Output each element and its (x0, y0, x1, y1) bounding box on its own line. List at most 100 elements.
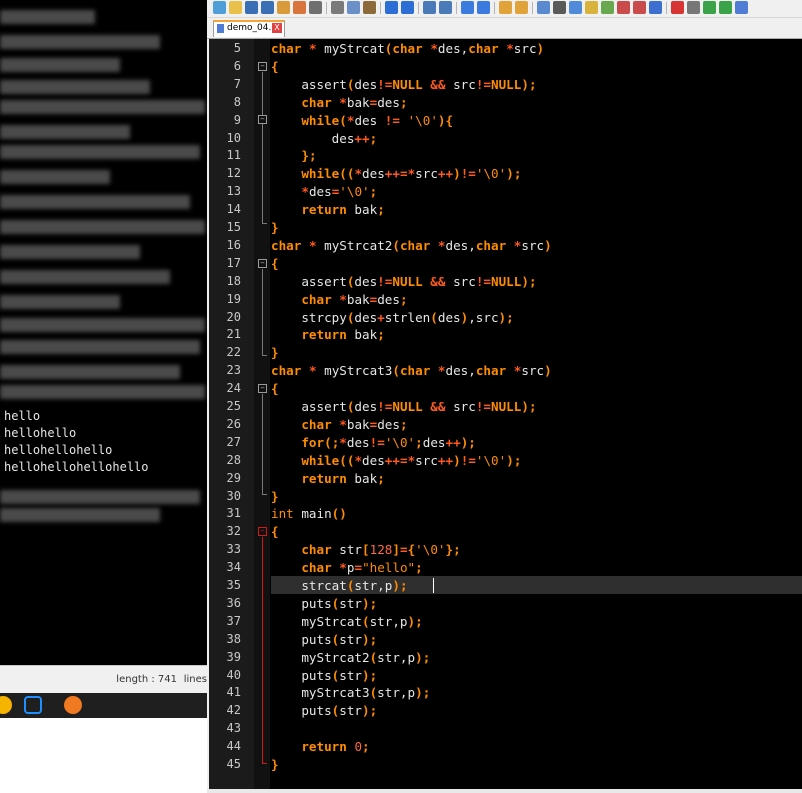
copy-icon[interactable] (347, 1, 360, 14)
save-icon[interactable] (245, 1, 258, 14)
fold-toggle-icon[interactable]: − (258, 115, 267, 124)
code-line[interactable]: myStrcat(str,p); (271, 613, 422, 631)
indent-guide-icon[interactable] (569, 1, 582, 14)
close-all-icon[interactable] (293, 1, 306, 14)
line-number: 29 (226, 470, 241, 485)
sync-horizontal-icon[interactable] (515, 1, 528, 14)
show-all-chars-icon[interactable] (553, 1, 566, 14)
fold-toggle-icon[interactable]: − (258, 527, 267, 536)
record-macro-icon[interactable] (671, 1, 684, 14)
language-icon[interactable] (585, 1, 598, 14)
code-line[interactable]: strcat(str,p); (271, 577, 407, 595)
blurred-output (0, 100, 205, 114)
code-line[interactable]: { (271, 58, 279, 76)
code-line[interactable]: return bak; (271, 201, 384, 219)
console-window: hello hellohello hellohellohello hellohe… (0, 0, 207, 665)
fold-toggle-icon[interactable]: − (258, 259, 267, 268)
code-line[interactable]: { (271, 523, 279, 541)
run-macro-icon[interactable] (719, 1, 732, 14)
code-line[interactable]: return bak; (271, 470, 384, 488)
status-bar: length : 741 lines (0, 665, 207, 693)
find-icon[interactable] (423, 1, 436, 14)
media-icon[interactable] (64, 696, 82, 714)
fold-toggle-icon[interactable]: − (258, 62, 267, 71)
close-file-icon[interactable] (277, 1, 290, 14)
code-line[interactable]: { (271, 255, 279, 273)
blurred-output (0, 270, 170, 284)
redo-icon[interactable] (401, 1, 414, 14)
window-icon[interactable] (24, 696, 42, 714)
code-line[interactable]: myStrcat2(str,p); (271, 649, 430, 667)
code-line[interactable]: char *bak=des; (271, 291, 407, 309)
code-line[interactable]: }; (271, 147, 316, 165)
save-macro-icon[interactable] (735, 1, 748, 14)
play-macro-icon[interactable] (703, 1, 716, 14)
code-line[interactable]: return 0; (271, 738, 369, 756)
cut-icon[interactable] (331, 1, 344, 14)
sync-vertical-icon[interactable] (499, 1, 512, 14)
code-line[interactable]: int main() (271, 505, 347, 523)
code-line[interactable]: } (271, 344, 279, 362)
save-all-icon[interactable] (261, 1, 274, 14)
new-file-icon[interactable] (213, 1, 226, 14)
code-line[interactable]: while(*des != '\0'){ (271, 112, 453, 130)
code-line[interactable]: puts(str); (271, 702, 377, 720)
replace-icon[interactable] (439, 1, 452, 14)
undo-icon[interactable] (385, 1, 398, 14)
blurred-output (0, 10, 95, 24)
fold-toggle-icon[interactable]: − (258, 384, 267, 393)
function-list-icon[interactable] (617, 1, 630, 14)
line-number: 16 (226, 237, 241, 252)
code-line[interactable]: puts(str); (271, 595, 377, 613)
paste-icon[interactable] (363, 1, 376, 14)
monitoring-icon[interactable] (649, 1, 662, 14)
code-line[interactable]: assert(des!=NULL && src!=NULL); (271, 76, 536, 94)
code-line[interactable]: char *bak=des; (271, 416, 407, 434)
code-line[interactable]: return bak; (271, 326, 384, 344)
code-editor[interactable]: 5 6 7 8 9 10 11 12 13 14 15 16 17 18 19 20 21 22 23 24 25 26 2… (209, 39, 802, 789)
line-number: 28 (226, 452, 241, 467)
blurred-output (0, 245, 140, 259)
code-line[interactable]: while((*des++=*src++)!='\0'); (271, 165, 521, 183)
code-line[interactable]: } (271, 488, 279, 506)
code-line[interactable]: char * myStrcat(char *des,char *src) (271, 40, 544, 58)
code-line[interactable]: char str[128]={'\0'}; (271, 541, 460, 559)
code-line[interactable]: myStrcat3(str,p); (271, 684, 430, 702)
line-number: 34 (226, 560, 241, 575)
code-line[interactable]: while((*des++=*src++)!='\0'); (271, 452, 521, 470)
print-icon[interactable] (309, 1, 322, 14)
stop-macro-icon[interactable] (687, 1, 700, 14)
code-line[interactable]: puts(str); (271, 631, 377, 649)
console-output-line: hellohellohellohello (4, 460, 149, 474)
line-number: 24 (226, 381, 241, 396)
code-line[interactable]: char *p="hello"; (271, 559, 422, 577)
tab-demo-04[interactable]: demo_04.c X (213, 20, 285, 37)
code-line[interactable]: } (271, 219, 279, 237)
folder-workspace-icon[interactable] (633, 1, 646, 14)
code-line[interactable]: des++; (271, 130, 378, 148)
code-line[interactable]: *des='\0'; (271, 183, 377, 201)
code-line[interactable]: for(;*des!='\0';des++); (271, 434, 476, 452)
doc-map-icon[interactable] (601, 1, 614, 14)
code-line[interactable]: char * myStrcat2(char *des,char *src) (271, 237, 552, 255)
word-wrap-icon[interactable] (537, 1, 550, 14)
blurred-output (0, 295, 120, 309)
line-number: 33 (226, 542, 241, 557)
toolbar-separator (666, 2, 667, 14)
zoom-out-icon[interactable] (477, 1, 490, 14)
open-folder-icon[interactable] (229, 1, 242, 14)
code-line[interactable]: char *bak=des; (271, 94, 407, 112)
close-icon[interactable]: X (272, 23, 282, 33)
code-line[interactable]: } (271, 756, 279, 774)
fold-line (262, 537, 263, 763)
app-icon[interactable] (0, 696, 12, 714)
code-line[interactable]: char * myStrcat3(char *des,char *src) (271, 362, 552, 380)
code-line[interactable]: assert(des!=NULL && src!=NULL); (271, 273, 536, 291)
code-line[interactable]: puts(str); (271, 667, 377, 685)
code-line[interactable]: strcpy(des+strlen(des),src); (271, 309, 513, 327)
code-line[interactable]: assert(des!=NULL && src!=NULL); (271, 398, 536, 416)
line-number: 9 (233, 112, 241, 127)
line-number: 13 (226, 184, 241, 199)
code-line[interactable]: { (271, 380, 279, 398)
zoom-in-icon[interactable] (461, 1, 474, 14)
